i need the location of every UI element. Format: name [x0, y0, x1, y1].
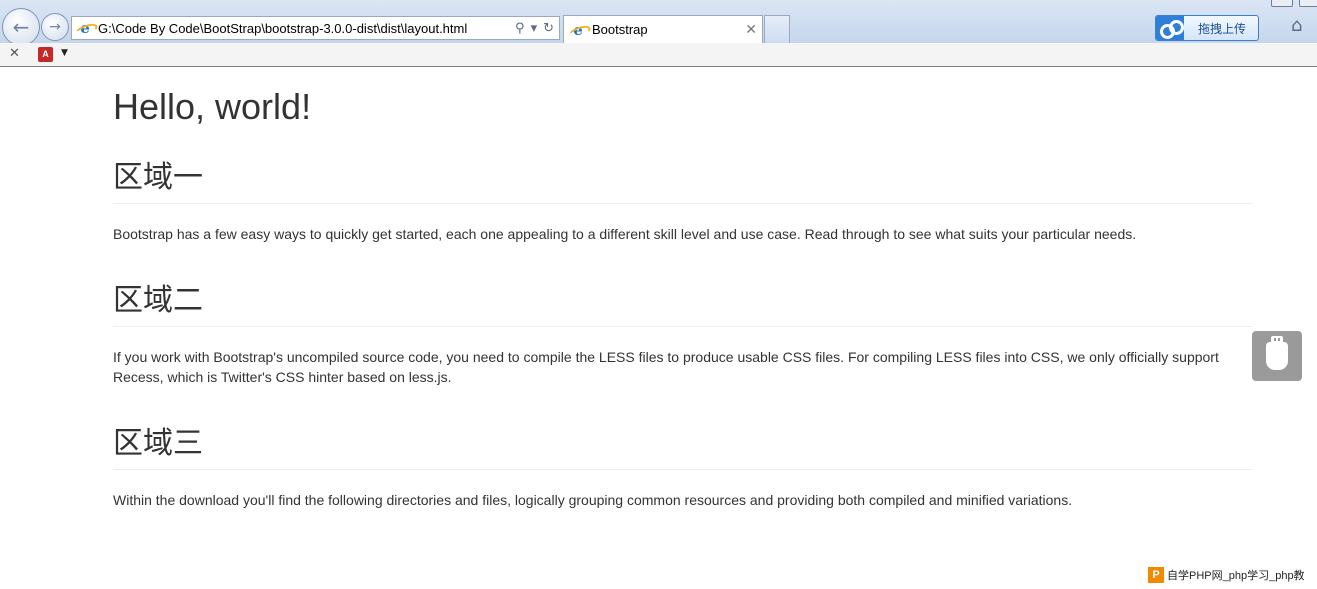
forward-arrow-icon: →: [49, 19, 61, 35]
chevron-down-icon[interactable]: ▼: [61, 48, 68, 58]
floating-usb-widget[interactable]: [1252, 331, 1302, 381]
section-3-text: Within the download you'll find the foll…: [113, 491, 1073, 508]
back-button[interactable]: ←: [2, 8, 40, 46]
section-2-heading: 区域二: [113, 284, 1253, 327]
tab-bootstrap[interactable]: e Bootstrap ✕: [563, 15, 763, 43]
watermark-text: 自学PHP网_php学习_php教: [1167, 569, 1305, 582]
refresh-icon[interactable]: ↻: [543, 21, 554, 36]
page-favicon-icon: e: [77, 20, 93, 36]
address-url[interactable]: G:\Code By Code\BootStrap\bootstrap-3.0.…: [98, 21, 515, 36]
cloud-upload-icon: [1156, 16, 1184, 40]
section-1-heading: 区域一: [113, 161, 1253, 204]
back-arrow-icon: ←: [12, 15, 30, 39]
section-2-text: If you work with Bootstrap's uncompiled …: [113, 348, 1219, 385]
tab-favicon-icon: e: [570, 22, 586, 38]
close-tab-icon[interactable]: ✕: [745, 22, 757, 38]
drag-upload-button[interactable]: 拖拽上传: [1155, 15, 1259, 41]
upload-label: 拖拽上传: [1198, 21, 1247, 36]
command-bar: ✕ A ▼: [0, 43, 1317, 67]
tab-title: Bootstrap: [592, 22, 648, 37]
new-tab-button[interactable]: [764, 15, 790, 43]
page-title: Hello, world!: [113, 86, 312, 127]
page-container: Hello, world! 区域一 Bootstrap has a few ea…: [113, 67, 1253, 510]
search-icon[interactable]: ⚲: [515, 21, 525, 36]
usb-drive-icon: [1266, 336, 1288, 370]
address-bar[interactable]: e G:\Code By Code\BootStrap\bootstrap-3.…: [71, 16, 560, 40]
watermark-logo: P: [1148, 566, 1164, 583]
dropdown-caret-icon[interactable]: ▾: [531, 21, 538, 36]
site-watermark: P 自学PHP网_php学习_php教: [1146, 565, 1312, 584]
close-window-button[interactable]: [1299, 0, 1317, 7]
pdf-converter-icon[interactable]: A: [38, 47, 53, 62]
close-toolbar-icon[interactable]: ✕: [9, 46, 20, 61]
section-3-heading: 区域三: [113, 427, 1253, 470]
forward-button[interactable]: →: [41, 13, 69, 41]
browser-title-bar: ← → e G:\Code By Code\BootStrap\bootstra…: [0, 0, 1317, 46]
section-1-text: Bootstrap has a few easy ways to quickly…: [113, 225, 1137, 242]
home-icon[interactable]: ⌂: [1291, 15, 1302, 36]
restore-window-button[interactable]: [1271, 0, 1293, 7]
